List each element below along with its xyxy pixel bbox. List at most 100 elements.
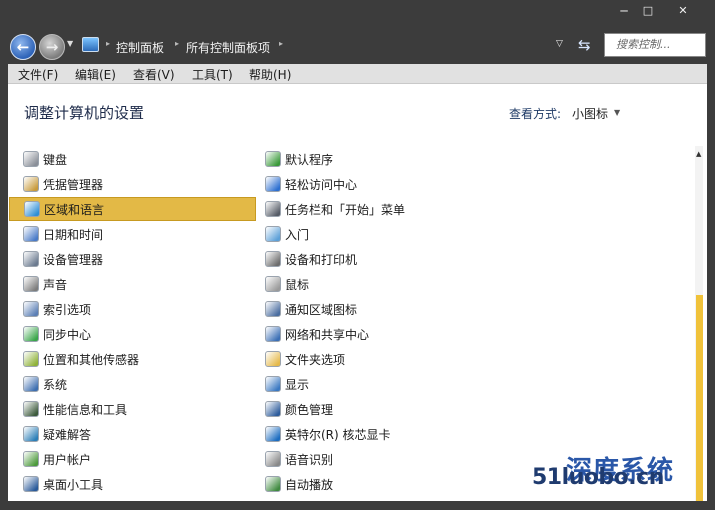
view-by-label: 查看方式: — [509, 107, 562, 121]
refresh-icon[interactable]: ⇆ — [578, 36, 591, 54]
address-dropdown-icon[interactable]: ▽ — [556, 39, 563, 49]
display-icon — [265, 376, 281, 392]
gadgets-icon — [23, 476, 39, 492]
history-dropdown-icon[interactable]: ▼ — [67, 39, 73, 48]
control-panel-item[interactable]: 声音 — [9, 272, 256, 296]
control-panel-item[interactable]: 同步中心 — [9, 322, 256, 346]
notification-icon — [265, 301, 281, 317]
control-panel-item-label: 区域和语言 — [44, 202, 105, 217]
control-panel-item-label: 入门 — [285, 227, 310, 242]
autoplay-icon — [265, 476, 281, 492]
calendar-clock-icon — [23, 226, 39, 242]
close-button[interactable]: ✕ — [667, 2, 699, 20]
taskbar-icon — [265, 201, 281, 217]
chevron-down-icon[interactable]: ▼ — [614, 108, 620, 117]
control-panel-item[interactable]: 设备和打印机 — [251, 247, 491, 271]
sync-icon — [23, 326, 39, 342]
control-panel-item[interactable]: 用户帐户 — [9, 447, 256, 471]
control-panel-icon — [82, 37, 99, 52]
back-button[interactable]: ← — [10, 34, 36, 60]
view-by-dropdown[interactable]: 小图标 — [572, 105, 608, 122]
breadcrumb-all-items[interactable]: 所有控制面板项 — [186, 39, 270, 56]
control-panel-item[interactable]: 语音识别 — [251, 447, 491, 471]
control-panel-item-label: 显示 — [285, 377, 310, 392]
control-panel-item[interactable]: 日期和时间 — [9, 222, 256, 246]
control-panel-item-label: 键盘 — [43, 152, 68, 167]
default-programs-icon — [265, 151, 281, 167]
control-panel-item[interactable]: 自动播放 — [251, 472, 491, 496]
control-panel-item[interactable]: 位置和其他传感器 — [9, 347, 256, 371]
control-panel-item-label: 语音识别 — [285, 452, 334, 467]
control-panel-item-label: 轻松访问中心 — [285, 177, 358, 192]
control-panel-item-label: 日期和时间 — [43, 227, 104, 242]
control-panel-item[interactable]: 默认程序 — [251, 147, 491, 171]
menu-bar: 文件(F) 编辑(E) 查看(V) 工具(T) 帮助(H) — [8, 64, 707, 84]
control-panel-item[interactable]: 系统 — [9, 372, 256, 396]
menu-edit[interactable]: 编辑(E) — [75, 66, 116, 83]
maximize-button[interactable]: □ — [634, 2, 662, 20]
control-panel-item[interactable]: 显示 — [251, 372, 491, 396]
navigation-bar: ← → ▼ ▸ 控制面板 ▸ 所有控制面板项 ▸ ▽ ⇆ 搜索控制... — [0, 28, 715, 64]
control-panel-item-label: 索引选项 — [43, 302, 92, 317]
control-panel-item-label: 网络和共享中心 — [285, 327, 370, 342]
control-panel-item[interactable]: 通知区域图标 — [251, 297, 491, 321]
control-panel-item[interactable]: 轻松访问中心 — [251, 172, 491, 196]
breadcrumb-separator-icon[interactable]: ▸ — [106, 39, 110, 48]
control-panel-item[interactable]: 鼠标 — [251, 272, 491, 296]
control-panel-item-label: 凭据管理器 — [43, 177, 104, 192]
control-panel-item[interactable]: 颜色管理 — [251, 397, 491, 421]
control-panel-item-label: 英特尔(R) 核芯显卡 — [285, 427, 391, 442]
control-panel-item[interactable]: 网络和共享中心 — [251, 322, 491, 346]
control-panel-item-label: 桌面小工具 — [43, 477, 104, 492]
control-panel-item[interactable]: 区域和语言 — [9, 197, 256, 221]
folder-options-icon — [265, 351, 281, 367]
scroll-up-arrow-icon[interactable]: ▲ — [696, 150, 701, 158]
control-panel-item-label: 通知区域图标 — [285, 302, 358, 317]
breadcrumb-control-panel[interactable]: 控制面板 — [116, 39, 164, 56]
watermark-brand-url: 51luobo.cn — [532, 465, 664, 490]
control-panel-item-label: 自动播放 — [285, 477, 334, 492]
user-accounts-icon — [23, 451, 39, 467]
control-panel-item-label: 颜色管理 — [285, 402, 334, 417]
control-panel-item[interactable]: 设备管理器 — [9, 247, 256, 271]
network-icon — [265, 326, 281, 342]
sensor-icon — [23, 351, 39, 367]
control-panel-item-label: 性能信息和工具 — [43, 402, 128, 417]
control-panel-item[interactable]: 文件夹选项 — [251, 347, 491, 371]
control-panel-item[interactable]: 疑难解答 — [9, 422, 256, 446]
control-panel-item-label: 鼠标 — [285, 277, 310, 292]
control-panel-item[interactable]: 任务栏和「开始」菜单 — [251, 197, 491, 221]
intel-graphics-icon — [265, 426, 281, 442]
ease-of-access-icon — [265, 176, 281, 192]
control-panel-item[interactable]: 索引选项 — [9, 297, 256, 321]
control-panel-item-label: 默认程序 — [285, 152, 334, 167]
control-panel-item-label: 用户帐户 — [43, 452, 92, 467]
search-input[interactable]: 搜索控制... — [604, 33, 706, 57]
control-panel-item[interactable]: 键盘 — [9, 147, 256, 171]
system-icon — [23, 376, 39, 392]
breadcrumb-separator-icon[interactable]: ▸ — [175, 39, 179, 48]
globe-icon — [24, 201, 40, 217]
menu-view[interactable]: 查看(V) — [133, 66, 175, 83]
speaker-icon — [23, 276, 39, 292]
menu-tools[interactable]: 工具(T) — [192, 66, 233, 83]
control-panel-item-label: 疑难解答 — [43, 427, 92, 442]
forward-button[interactable]: → — [39, 34, 65, 60]
control-panel-item-label: 声音 — [43, 277, 68, 292]
control-panel-item-label: 位置和其他传感器 — [43, 352, 140, 367]
control-panel-item-label: 设备和打印机 — [285, 252, 358, 267]
menu-file[interactable]: 文件(F) — [18, 66, 58, 83]
control-panel-item[interactable]: 性能信息和工具 — [9, 397, 256, 421]
control-panel-item[interactable]: 凭据管理器 — [9, 172, 256, 196]
watermark-logo: 深度系统 51luobo.cn — [520, 440, 710, 500]
control-panel-item-label: 同步中心 — [43, 327, 92, 342]
color-management-icon — [265, 401, 281, 417]
credential-manager-icon — [23, 176, 39, 192]
control-panel-item[interactable]: 入门 — [251, 222, 491, 246]
control-panel-item[interactable]: 桌面小工具 — [9, 472, 256, 496]
breadcrumb-separator-icon[interactable]: ▸ — [279, 39, 283, 48]
keyboard-icon — [23, 151, 39, 167]
printer-icon — [265, 251, 281, 267]
control-panel-item[interactable]: 英特尔(R) 核芯显卡 — [251, 422, 491, 446]
menu-help[interactable]: 帮助(H) — [249, 66, 291, 83]
